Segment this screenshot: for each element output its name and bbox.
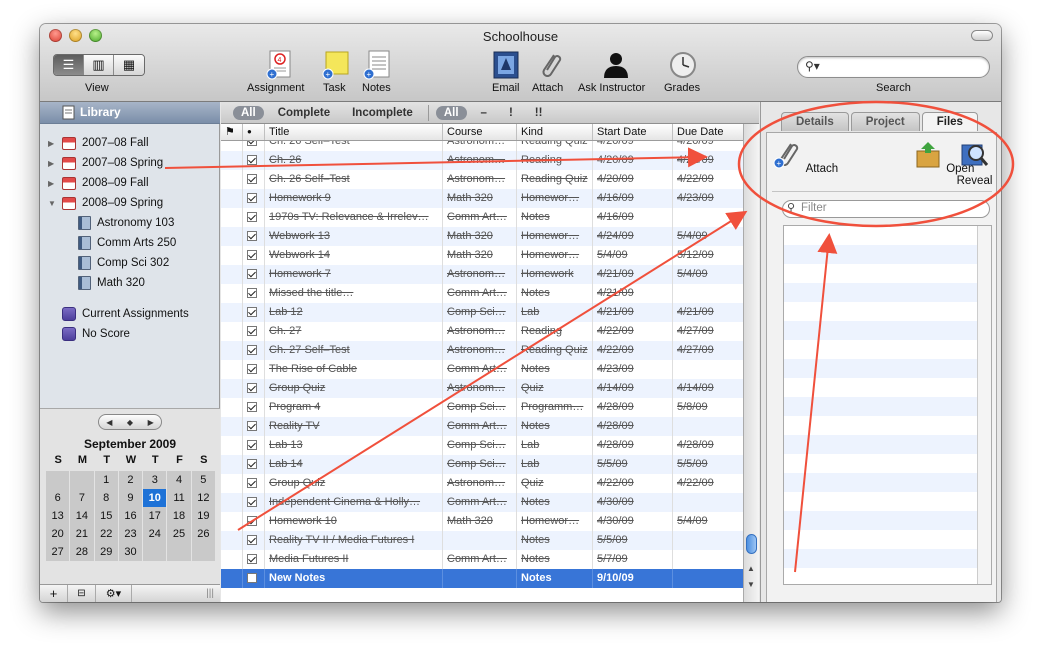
- annotation-arrow: [237, 210, 748, 531]
- annotation-circle: [737, 100, 1015, 228]
- annotation-arrow: [794, 233, 838, 573]
- annotation-overlay: [164, 100, 1015, 573]
- annotation-arrow: [164, 147, 708, 169]
